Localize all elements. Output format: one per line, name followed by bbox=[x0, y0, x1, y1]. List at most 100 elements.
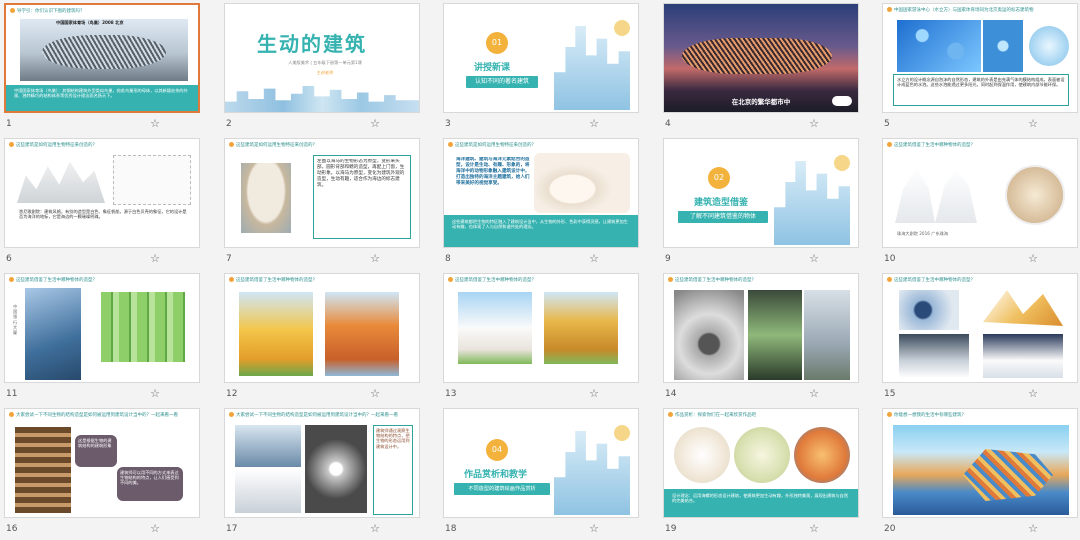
bank-tower-photo bbox=[25, 288, 81, 380]
slide-7-canvas[interactable]: 这些建筑是如何运用生物特征来创造的？ 左图以海马的生物形态为原型，变形来头部，圆… bbox=[224, 138, 420, 248]
slide-16-canvas[interactable]: 大家尝试一下不同生物的结构造型是如何被运用到建筑设计当中的？一起来看一看 这是根… bbox=[4, 408, 200, 518]
slide-body: 设计理念：运用海螺的形态设计建筑，使建筑更加生动有趣，外形独特美观，展现出建筑与… bbox=[672, 493, 848, 504]
slide-number: 15 bbox=[884, 389, 896, 399]
fish-drawing bbox=[794, 427, 850, 483]
star-icon[interactable]: ☆ bbox=[150, 522, 160, 535]
slide-caption: 中国国家体育场（鸟巢）2008 北京 bbox=[56, 20, 124, 25]
slide-text-box: 建筑师通过观察生物结构的特点，把生物的形态运用到建筑设计中。 bbox=[373, 425, 413, 515]
slide-3-canvas[interactable]: 01 讲授新课 认知不同的著名建筑 bbox=[443, 3, 639, 113]
slide-number: 19 bbox=[665, 524, 677, 534]
slide-number: 2 bbox=[226, 119, 232, 129]
slide-thumb-7[interactable]: 这些建筑是如何运用生物特征来创造的？ 左图以海马的生物形态为原型，变形来头部，圆… bbox=[224, 138, 420, 270]
slide-header: 这些建筑借鉴了生活中哪种物体的造型？ bbox=[668, 277, 854, 286]
slide-number: 20 bbox=[884, 524, 896, 534]
water-cube-photo bbox=[897, 20, 981, 72]
slide-thumb-10[interactable]: 这些建筑借鉴了生活中哪种物体的造型？ 珠海大剧院 2016 广东珠海 10 ☆ bbox=[882, 138, 1078, 270]
slide-thumb-19[interactable]: 作品赏析：探索你们在一起来欣赏作品吧 设计理念：运用海螺的形态设计建筑，使建筑更… bbox=[663, 408, 859, 540]
slide-body-2: 这些建筑都把生物的特征融入了建筑设计当中，从生物的外形、色彩中获得灵感，让建筑更… bbox=[452, 219, 628, 230]
slide-14-canvas[interactable]: 这些建筑借鉴了生活中哪种物体的造型？ bbox=[663, 273, 859, 383]
section-pill: 认知不同的著名建筑 bbox=[466, 76, 538, 88]
star-icon[interactable]: ☆ bbox=[809, 387, 819, 400]
slide-header: 这些建筑借鉴了生活中哪种物体的造型？ bbox=[448, 277, 634, 286]
slide-caption: 珠海大剧院 2016 广东珠海 bbox=[897, 231, 949, 236]
slide-header: 中国国家游泳中心（水立方）与国家体育场同为北京奥运的标志建筑物 bbox=[887, 7, 1073, 16]
cloud-decoration bbox=[832, 96, 852, 106]
slide-number: 6 bbox=[6, 254, 12, 264]
slide-thumb-18[interactable]: 04 作品赏析和教学 不同造型的建筑绘画作品赏析 18 ☆ bbox=[443, 408, 639, 540]
slide-thumb-9[interactable]: 02 建筑造型借鉴 了解不同建筑借鉴的物体 9 ☆ bbox=[663, 138, 859, 270]
section-pill: 了解不同建筑借鉴的物体 bbox=[678, 211, 768, 223]
slide-thumb-13[interactable]: 这些建筑借鉴了生活中哪种物体的造型？ 13 ☆ bbox=[443, 273, 639, 405]
sun-decoration bbox=[834, 155, 850, 171]
slide-header: 这些建筑是如何运用生物特征来创造的？ bbox=[448, 142, 634, 151]
slide-5-canvas[interactable]: 中国国家游泳中心（水立方）与国家体育场同为北京奥运的标志建筑物 水立方的设计概念… bbox=[882, 3, 1078, 113]
slide-13-canvas[interactable]: 这些建筑借鉴了生活中哪种物体的造型？ bbox=[443, 273, 639, 383]
slide-thumb-2[interactable]: 生动的建筑 人美版美术 | 五年级下册第一单元第1课 主讲老师 2 ☆ bbox=[224, 3, 420, 135]
star-icon[interactable]: ☆ bbox=[150, 387, 160, 400]
slide-number: 16 bbox=[6, 524, 18, 534]
slide-10-canvas[interactable]: 这些建筑借鉴了生活中哪种物体的造型？ 珠海大剧院 2016 广东珠海 bbox=[882, 138, 1078, 248]
star-icon[interactable]: ☆ bbox=[150, 252, 160, 265]
slide-thumb-1[interactable]: 导学引：你们认识下图的建筑吗？ 中国国家体育场（鸟巢）2008 北京 中国国家体… bbox=[4, 3, 200, 135]
slide-thumb-17[interactable]: 大家尝试一下不同生物的结构造型是如何被运用到建筑设计当中的？一起来看一看 建筑师… bbox=[224, 408, 420, 540]
slide-11-canvas[interactable]: 这些建筑借鉴了生活中哪种物体的造型？ 中国银行大厦 bbox=[4, 273, 200, 383]
slide-thumb-3[interactable]: 01 讲授新课 认知不同的著名建筑 3 ☆ bbox=[443, 3, 639, 135]
star-icon[interactable]: ☆ bbox=[370, 522, 380, 535]
slide-thumb-5[interactable]: 中国国家游泳中心（水立方）与国家体育场同为北京奥运的标志建筑物 水立方的设计概念… bbox=[882, 3, 1078, 135]
slide-text-box: 中国国家体育场（鸟巢）：其钢结构建筑外型类似鸟巢，宛若鸟巢形的母体，以其新颖宏伟… bbox=[6, 85, 198, 111]
flower-building-photo bbox=[748, 290, 802, 380]
star-icon[interactable]: ☆ bbox=[589, 522, 599, 535]
slide-text-box: 水立方的设计概念源自泡沫的自然形态，建筑的外表是由充满气体的膜结构组成，表面被设… bbox=[893, 74, 1069, 106]
slide-thumb-6[interactable]: 这些建筑是如何运用生物特征来创造的？ 悉尼歌剧院：建筑风格，有别的造型是白色、象… bbox=[4, 138, 200, 270]
slide-thumb-15[interactable]: 这些建筑借鉴了生活中哪种物体的造型？ 15 ☆ bbox=[882, 273, 1078, 405]
star-icon[interactable]: ☆ bbox=[370, 117, 380, 130]
grand-theatre-photo bbox=[895, 167, 977, 223]
city-building-illustration bbox=[554, 26, 630, 110]
star-icon[interactable]: ☆ bbox=[1028, 117, 1038, 130]
sketch-drawing bbox=[113, 155, 191, 205]
star-icon[interactable]: ☆ bbox=[809, 252, 819, 265]
slide-header: 这些建筑是如何运用生物特征来创造的？ bbox=[229, 142, 415, 151]
slide-2-canvas[interactable]: 生动的建筑 人美版美术 | 五年级下册第一单元第1课 主讲老师 bbox=[224, 3, 420, 113]
slide-19-canvas[interactable]: 作品赏析：探索你们在一起来欣赏作品吧 设计理念：运用海螺的形态设计建筑，使建筑更… bbox=[663, 408, 859, 518]
slide-thumb-16[interactable]: 大家尝试一下不同生物的结构造型是如何被运用到建筑设计当中的？一起来看一看 这是根… bbox=[4, 408, 200, 540]
star-icon[interactable]: ☆ bbox=[589, 387, 599, 400]
slide-12-canvas[interactable]: 这些建筑借鉴了生活中哪种物体的造型？ bbox=[224, 273, 420, 383]
slide-thumb-12[interactable]: 这些建筑借鉴了生活中哪种物体的造型？ 12 ☆ bbox=[224, 273, 420, 405]
slide-text-box: 这些建筑都把生物的特征融入了建筑设计当中，从生物的外形、色彩中获得灵感，让建筑更… bbox=[444, 215, 638, 247]
slide-thumb-11[interactable]: 这些建筑借鉴了生活中哪种物体的造型？ 中国银行大厦 11 ☆ bbox=[4, 273, 200, 405]
slide-header: 大家尝试一下不同生物的结构造型是如何被运用到建筑设计当中的？一起来看一看 bbox=[9, 412, 195, 421]
slide-8-canvas[interactable]: 这些建筑是如何运用生物特征来创造的？ 海洋建筑、建筑与海洋元素结合的造型，设计是… bbox=[443, 138, 639, 248]
star-icon[interactable]: ☆ bbox=[809, 117, 819, 130]
slide-1-canvas[interactable]: 导学引：你们认识下图的建筑吗？ 中国国家体育场（鸟巢）2008 北京 中国国家体… bbox=[4, 3, 200, 113]
star-icon[interactable]: ☆ bbox=[589, 252, 599, 265]
slide-6-canvas[interactable]: 这些建筑是如何运用生物特征来创造的？ 悉尼歌剧院：建筑风格，有别的造型是白色、象… bbox=[4, 138, 200, 248]
slide-18-canvas[interactable]: 04 作品赏析和教学 不同造型的建筑绘画作品赏析 bbox=[443, 408, 639, 518]
slide-17-canvas[interactable]: 大家尝试一下不同生物的结构造型是如何被运用到建筑设计当中的？一起来看一看 建筑师… bbox=[224, 408, 420, 518]
star-icon[interactable]: ☆ bbox=[1028, 252, 1038, 265]
lotus-building-photo bbox=[804, 290, 850, 380]
slide-thumb-20[interactable]: 你能想一想我的生活中有哪些建筑？ 20 ☆ bbox=[882, 408, 1078, 540]
honeycomb-building-photo bbox=[15, 427, 71, 513]
bubble-text: 这是根据生物的建筑结构的建筑形象 bbox=[78, 438, 112, 449]
star-icon[interactable]: ☆ bbox=[1028, 522, 1038, 535]
cat-house-photo bbox=[325, 292, 399, 376]
slide-4-canvas[interactable]: 在北京的繁华都市中 bbox=[663, 3, 859, 113]
star-icon[interactable]: ☆ bbox=[370, 387, 380, 400]
star-icon[interactable]: ☆ bbox=[150, 117, 160, 130]
slide-20-canvas[interactable]: 你能想一想我的生活中有哪些建筑？ bbox=[882, 408, 1078, 518]
bubble-close-up-photo bbox=[983, 20, 1023, 72]
star-icon[interactable]: ☆ bbox=[1028, 387, 1038, 400]
slide-thumb-14[interactable]: 这些建筑借鉴了生活中哪种物体的造型？ 14 ☆ bbox=[663, 273, 859, 405]
slide-15-canvas[interactable]: 这些建筑借鉴了生活中哪种物体的造型？ bbox=[882, 273, 1078, 383]
slide-thumb-4[interactable]: 在北京的繁华都市中 4 ☆ bbox=[663, 3, 859, 135]
slide-number: 8 bbox=[445, 254, 451, 264]
slide-body: 建筑师通过观察生物结构的特点，把生物的形态运用到建筑设计中。 bbox=[376, 428, 410, 449]
slide-number: 17 bbox=[226, 524, 238, 534]
slide-9-canvas[interactable]: 02 建筑造型借鉴 了解不同建筑借鉴的物体 bbox=[663, 138, 859, 248]
star-icon[interactable]: ☆ bbox=[589, 117, 599, 130]
slide-thumb-8[interactable]: 这些建筑是如何运用生物特征来创造的？ 海洋建筑、建筑与海洋元素结合的造型，设计是… bbox=[443, 138, 639, 270]
star-icon[interactable]: ☆ bbox=[809, 522, 819, 535]
star-icon[interactable]: ☆ bbox=[370, 252, 380, 265]
white-sculpture-building-photo bbox=[534, 153, 630, 213]
